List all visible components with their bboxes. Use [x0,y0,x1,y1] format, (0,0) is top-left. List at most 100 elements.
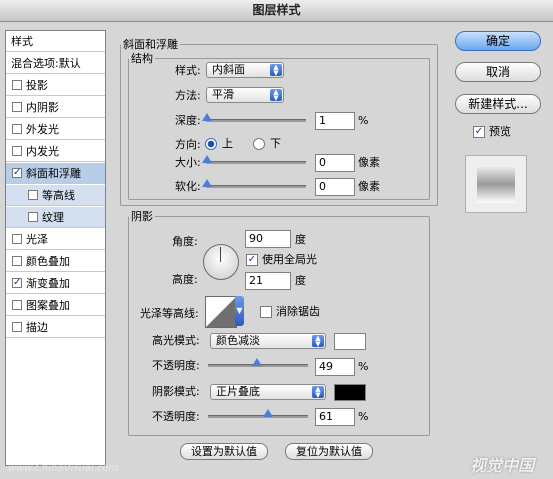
shadow-opacity-label: 不透明度: [152,410,200,423]
style-item[interactable]: 颜色叠加 [6,251,105,272]
style-item-label: 外发光 [26,123,59,136]
gloss-contour-picker[interactable] [205,296,237,328]
shadow-opacity-field[interactable]: 61 [315,408,355,426]
style-item-checkbox[interactable] [12,300,22,310]
make-default-button[interactable]: 设置为默认值 [180,443,268,460]
shading-title: 阴影 [131,210,153,223]
style-item-label: 内阴影 [26,101,59,114]
reset-default-button[interactable]: 复位为默认值 [285,443,373,460]
highlight-opacity-label: 不透明度: [152,359,200,372]
style-select-value: 内斜面 [212,63,245,76]
blend-options-item[interactable]: 混合选项:默认 [6,53,105,74]
style-item[interactable]: 光泽 [6,229,105,250]
shadow-mode-select[interactable]: 正片叠底 ▲ ▼ [210,384,326,400]
styles-list-header-label: 样式 [11,35,33,48]
watermark-right: 视觉中国 [470,456,535,475]
chevron-down-icon[interactable]: ▼ [235,296,244,326]
style-item[interactable]: 投影 [6,75,105,96]
soften-slider-thumb[interactable] [202,179,212,187]
angle-label: 角度: [172,235,198,248]
depth-field[interactable]: 1 [315,112,355,130]
direction-down-radio[interactable] [253,138,265,150]
highlight-mode-value: 颜色减淡 [216,334,260,347]
check-icon: ✓ [247,254,257,265]
style-item-checkbox[interactable] [28,190,38,200]
style-item-checkbox[interactable] [12,80,22,90]
highlight-mode-select[interactable]: 颜色减淡 ▲ ▼ [210,333,326,349]
gloss-contour-label: 光泽等高线: [140,307,199,320]
style-item[interactable]: 描边 [6,317,105,338]
cancel-button[interactable]: 取消 [455,62,541,82]
watermark-left: www.ChinaVisual.com [8,463,119,474]
style-item-label: 颜色叠加 [26,255,70,268]
preview-swatch [477,165,515,203]
style-item[interactable]: 内发光 [6,141,105,162]
style-item-label: 光泽 [26,233,48,246]
highlight-color-swatch[interactable] [334,333,366,350]
style-item-checkbox[interactable] [12,102,22,112]
style-item[interactable]: 内阴影 [6,97,105,118]
soften-slider-track[interactable] [206,185,306,188]
shadow-mode-value: 正片叠底 [216,385,260,398]
style-item[interactable]: ✓ 斜面和浮雕 [6,163,105,184]
style-label: 样式: [175,64,201,77]
style-item-checkbox[interactable] [12,234,22,244]
direction-up-radio[interactable] [205,138,217,150]
anti-alias-checkbox[interactable] [260,306,272,318]
style-item-checkbox[interactable] [12,322,22,332]
preview-thumbnail [465,155,527,213]
styles-list: 样式 混合选项:默认 投影内阴影外发光内发光 ✓ 斜面和浮雕等高线纹理光泽颜色叠加 ✓… [5,30,106,466]
chevron-updown-icon: ▲ ▼ [270,64,282,77]
style-item-checkbox[interactable]: ✓ [12,168,22,178]
depth-slider-track[interactable] [206,119,306,122]
size-slider-track[interactable] [206,161,306,164]
altitude-unit: 度 [295,274,306,287]
angle-field[interactable]: 90 [245,230,291,248]
depth-slider-thumb[interactable] [202,113,212,121]
style-item-label: 斜面和浮雕 [26,167,81,180]
highlight-opacity-unit: % [358,360,369,373]
preview-checkbox[interactable]: ✓ [473,126,485,138]
shadow-opacity-slider-thumb[interactable] [263,409,273,417]
style-item-checkbox[interactable] [12,124,22,134]
altitude-field[interactable]: 21 [245,272,291,290]
styles-list-header[interactable]: 样式 [6,31,105,52]
soften-label: 软化: [175,180,201,193]
new-style-button[interactable]: 新建样式... [455,94,541,114]
soften-unit: 像素 [358,180,380,193]
style-item[interactable]: 等高线 [6,185,105,206]
soften-field[interactable]: 0 [315,178,355,196]
style-item-checkbox[interactable] [12,146,22,156]
style-item-checkbox[interactable] [12,256,22,266]
global-light-checkbox[interactable]: ✓ [246,254,258,266]
angle-dial[interactable] [203,244,239,280]
style-item[interactable]: 图案叠加 [6,295,105,316]
style-item[interactable]: ✓ 渐变叠加 [6,273,105,294]
chevron-updown-icon: ▲ ▼ [270,89,282,102]
highlight-mode-label: 高光模式: [152,334,200,347]
direction-down-label: 下 [270,137,281,150]
style-item-checkbox[interactable]: ✓ [12,278,22,288]
highlight-opacity-field[interactable]: 49 [315,358,355,376]
size-slider-thumb[interactable] [202,155,212,163]
shadow-mode-label: 阴影模式: [152,385,200,398]
shadow-color-swatch[interactable] [334,384,366,401]
style-item-checkbox[interactable] [28,212,38,222]
ok-button[interactable]: 确定 [455,31,541,51]
blend-options-label: 混合选项:默认 [11,57,81,70]
style-item[interactable]: 外发光 [6,119,105,140]
chevron-updown-icon: ▲ ▼ [312,386,324,399]
size-field[interactable]: 0 [315,154,355,172]
angle-unit: 度 [295,233,306,246]
technique-select[interactable]: 平滑 ▲ ▼ [206,87,284,103]
depth-unit: % [358,114,369,127]
style-item-label: 纹理 [42,211,64,224]
style-select[interactable]: 内斜面 ▲ ▼ [206,62,284,78]
window-title: 图层样式 [0,0,553,22]
preview-label: 预览 [489,125,511,138]
highlight-opacity-slider-thumb[interactable] [252,358,262,366]
check-icon: ✓ [13,277,22,288]
chevron-updown-icon: ▲ ▼ [312,335,324,348]
shadow-opacity-slider-track[interactable] [208,415,308,418]
style-item[interactable]: 纹理 [6,207,105,228]
